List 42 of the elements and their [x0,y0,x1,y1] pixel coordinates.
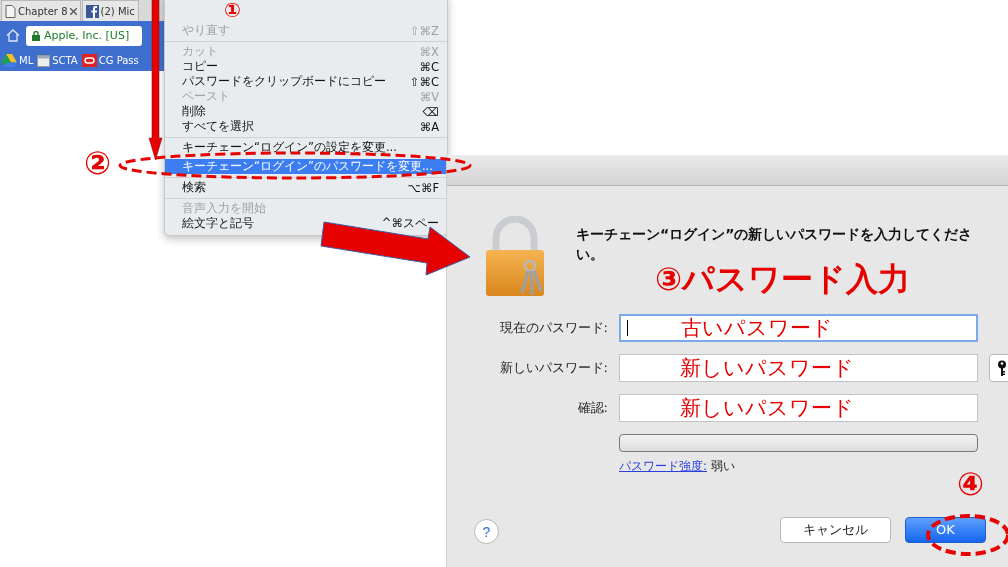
browser-tab[interactable]: (2) Mic [81,0,139,21]
lock-icon [32,30,40,41]
step-annotation: ④ [957,467,985,503]
page-icon [5,4,16,18]
menu-item[interactable]: パスワードをクリップボードにコピー ⇧⌘C [165,74,447,89]
field-label: 現在のパスワード: [498,319,608,337]
dialog-message: キーチェーン“ログイン”の新しいパスワードを入力してください。 [576,225,974,263]
password-field[interactable]: 新しいパスワード [619,354,978,382]
help-button[interactable]: ? [474,519,499,544]
menu-item[interactable]: キーチェーン“ログイン”のパスワードを変更... [165,159,447,174]
ok-button[interactable]: OK [905,516,986,543]
strength-link[interactable]: パスワード強度: [619,458,708,475]
menu-item[interactable]: 削除 ⌫ [165,104,447,119]
menu-item[interactable]: キーチェーン“ログイン”の設定を変更... [165,140,447,155]
home-icon[interactable] [6,29,20,42]
close-icon[interactable] [69,7,77,15]
field-label: 確認: [576,399,608,417]
site-name: Apple, Inc. [US] [44,29,130,42]
step-annotation: ③パスワード入力 [655,262,911,298]
key-button[interactable] [989,354,1008,382]
field-label: 新しいパスワード: [498,359,608,377]
triangle-logo-icon [1,54,17,67]
key-icon [997,360,1007,376]
bookmark[interactable]: ML [1,54,34,67]
ring-logo-icon [81,54,97,67]
menu-item[interactable]: すべてを選択 ⌘A [165,119,447,134]
step-annotation: ② [84,146,112,182]
menu-item[interactable]: 検索 ⌥⌘F [165,180,447,195]
cancel-button[interactable]: キャンセル [780,516,891,543]
padlock-icon [484,216,546,298]
password-field[interactable]: 新しいパスワード [619,394,978,422]
bookmark[interactable]: SCTA [37,54,78,67]
step-annotation: ① [224,0,241,21]
f-logo-icon [85,4,99,18]
menu-item[interactable]: コピー ⌘C [165,59,447,74]
menu-item[interactable]: 絵文字と記号 ^⌘スペー [165,216,447,231]
strength-value: 弱い [711,458,736,475]
password-field[interactable]: 古いパスワード [619,314,978,342]
browser-tab[interactable]: Chapter 8 [1,0,81,21]
bookmark[interactable]: CG Pass [81,54,139,67]
address-bar[interactable]: Apple, Inc. [US] [26,25,142,46]
page-icon [37,54,51,67]
